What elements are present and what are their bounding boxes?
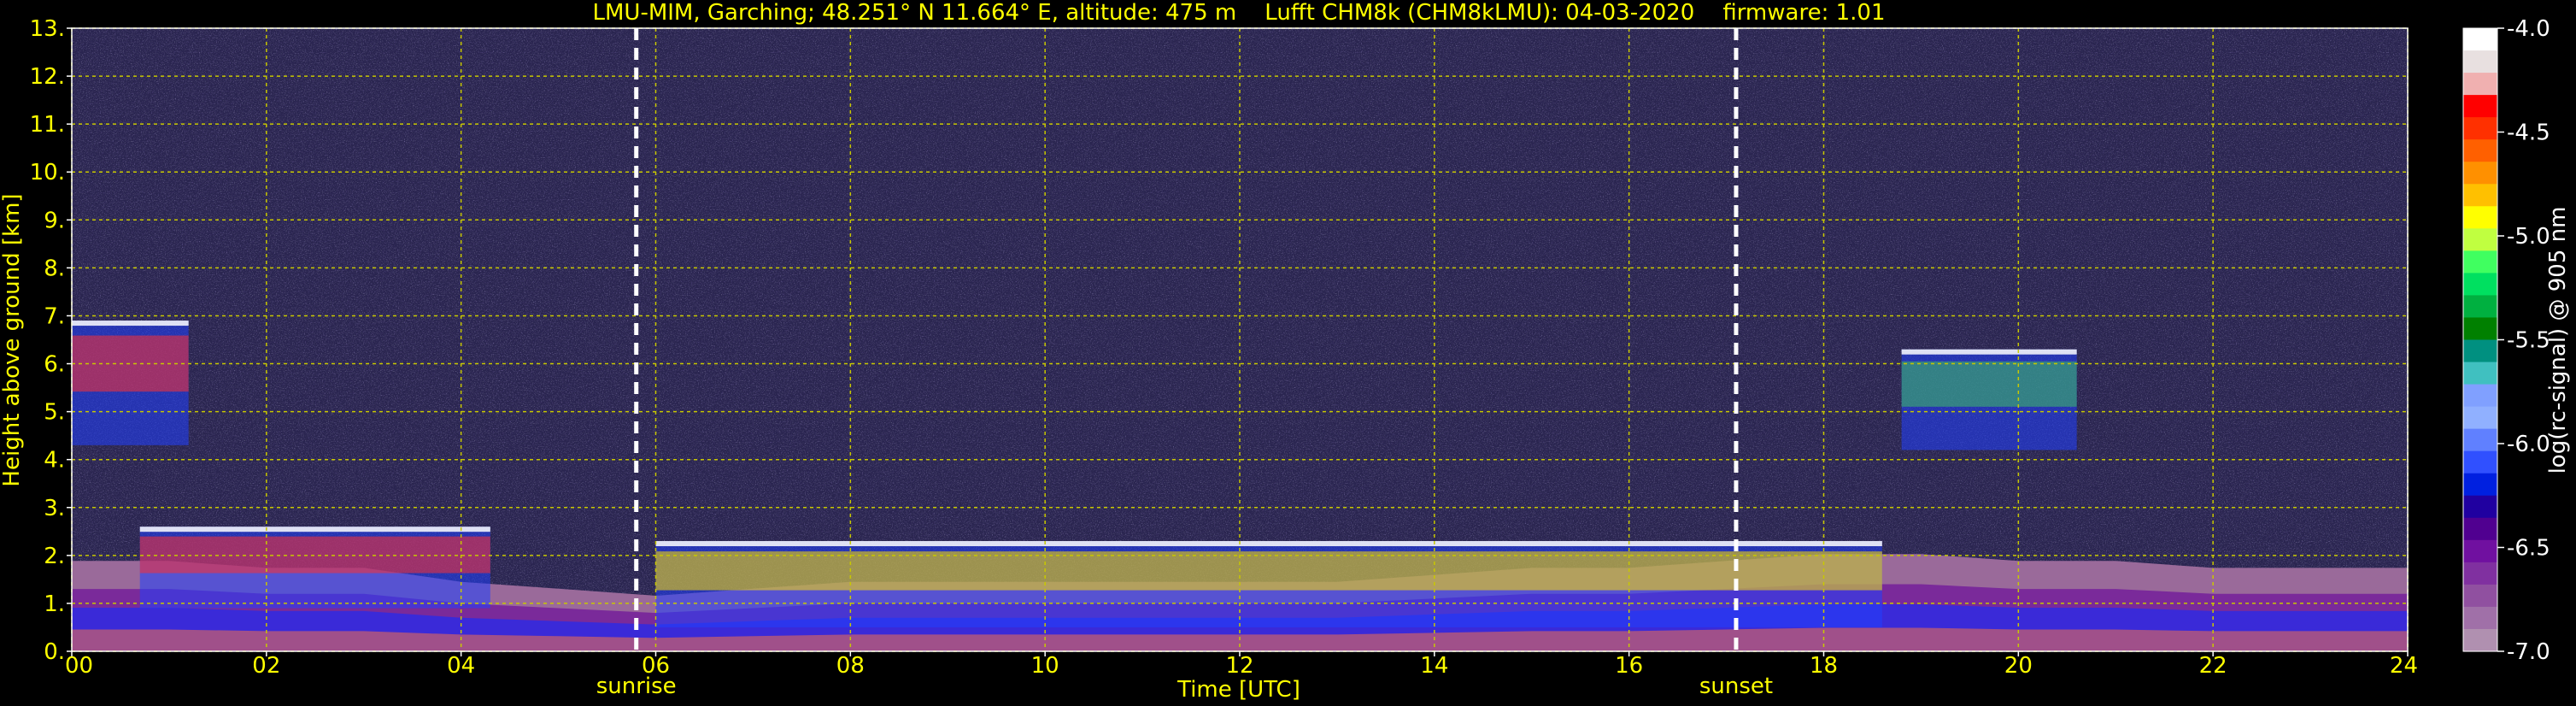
x-tick-label: 16 — [1615, 653, 1643, 679]
colorbar-swatches — [2463, 28, 2497, 652]
x-axis-label: Time [UTC] — [1177, 677, 1300, 703]
cloud-core-stratocumulus-cloud-am — [139, 536, 490, 574]
colorbar-swatch — [2463, 139, 2497, 162]
colorbar-swatch — [2463, 228, 2497, 251]
y-tick-label: 1. — [44, 591, 65, 617]
x-tick-label: 10 — [1031, 653, 1059, 679]
colorbar-swatch — [2463, 273, 2497, 297]
colorbar-swatch — [2463, 73, 2497, 96]
x-tick-label: 12 — [1225, 653, 1253, 679]
sunrise-label: sunrise — [596, 674, 677, 699]
y-tick-label: 10. — [30, 160, 65, 185]
colorbar-swatch — [2463, 406, 2497, 430]
y-tick-label: 9. — [44, 208, 65, 233]
colorbar-swatch — [2463, 162, 2497, 185]
colorbar-tick-label: -5.0 — [2507, 224, 2550, 250]
cloud-top-stratocumulus-cloud-day — [655, 541, 1882, 547]
cloud-core-upper-cloud-morning — [72, 335, 189, 392]
colorbar-swatch — [2463, 539, 2497, 563]
colorbar-swatch — [2463, 628, 2497, 652]
colorbar-ticks: -4.0 -4.5 -5.0 -5.5 -6.0 -6.5 -7.0 — [2497, 16, 2550, 665]
colorbar-swatch — [2463, 206, 2497, 229]
colorbar-swatch — [2463, 362, 2497, 385]
cloud-core-upper-cloud-evening — [1901, 361, 2077, 407]
colorbar-swatch — [2463, 606, 2497, 630]
ceilometer-figure: LMU-MIM, Garching; 48.251° N 11.664° E, … — [0, 0, 2571, 703]
colorbar-tick-label: -7.0 — [2507, 639, 2550, 665]
y-tick-label: 4. — [44, 448, 65, 474]
colorbar-swatch — [2463, 562, 2497, 585]
x-tick-label: 18 — [1810, 653, 1838, 679]
cloud-top-stratocumulus-cloud-am — [139, 527, 490, 532]
colorbar-swatch — [2463, 339, 2497, 363]
colorbar-swatch — [2463, 495, 2497, 519]
colorbar-label: log(rc-signal) @ 905 nm — [2545, 207, 2571, 474]
y-tick-label: 0. — [44, 639, 65, 665]
colorbar-swatch — [2463, 428, 2497, 452]
colorbar-tick-label: -4.5 — [2507, 121, 2550, 146]
cloud-top-upper-cloud-morning — [72, 321, 189, 327]
chart-title: LMU-MIM, Garching; 48.251° N 11.664° E, … — [593, 0, 1886, 26]
y-tick-label: 6. — [44, 352, 65, 378]
colorbar-swatch — [2463, 317, 2497, 341]
y-tick-label: 3. — [44, 496, 65, 521]
y-tick-label: 11. — [30, 112, 65, 138]
y-tick-label: 8. — [44, 256, 65, 281]
x-tick-label: 00 — [65, 653, 93, 679]
x-tick-label: 20 — [2004, 653, 2033, 679]
sunset-label: sunset — [1699, 674, 1773, 699]
x-tick-label: 04 — [447, 653, 475, 679]
plot-area — [71, 27, 2409, 652]
colorbar-tick-label: -6.5 — [2507, 536, 2550, 562]
x-axis-ticks: 00 02 04 06 08 10 12 14 16 18 20 22 24 — [65, 651, 2418, 679]
y-tick-label: 12. — [30, 64, 65, 90]
colorbar-swatch — [2463, 117, 2497, 140]
x-tick-label: 08 — [836, 653, 865, 679]
colorbar-swatch — [2463, 295, 2497, 319]
colorbar-swatch — [2463, 250, 2497, 274]
colorbar-tick-label: -4.0 — [2507, 16, 2550, 42]
y-tick-label: 13. — [30, 16, 65, 42]
colorbar-tick-label: -6.0 — [2507, 432, 2550, 457]
colorbar: -4.0 -4.5 -5.0 -5.5 -6.0 -6.5 -7.0 log(rc-sign… — [2462, 16, 2571, 665]
y-tick-label: 2. — [44, 544, 65, 569]
y-axis-ticks: 0. 1. 2. 3. 4. 5. 6. 7. 8. 9. 10. 11. 12. 13. — [30, 16, 72, 665]
cloud-core-stratocumulus-cloud-day — [655, 551, 1882, 591]
colorbar-swatch — [2463, 584, 2497, 608]
x-tick-label: 22 — [2199, 653, 2227, 679]
colorbar-swatch — [2463, 450, 2497, 474]
colorbar-swatch — [2463, 517, 2497, 541]
x-tick-label: 14 — [1420, 653, 1448, 679]
colorbar-swatch — [2463, 50, 2497, 74]
y-tick-label: 5. — [44, 400, 65, 426]
y-axis-label: Height above ground [km] — [0, 193, 25, 486]
colorbar-swatch — [2463, 184, 2497, 207]
colorbar-swatch — [2463, 28, 2497, 51]
x-tick-label: 02 — [252, 653, 280, 679]
colorbar-swatch — [2463, 384, 2497, 408]
y-tick-label: 7. — [44, 303, 65, 329]
colorbar-swatch — [2463, 473, 2497, 497]
colorbar-tick-label: -5.5 — [2507, 328, 2550, 354]
cloud-top-upper-cloud-evening — [1901, 349, 2077, 355]
colorbar-swatch — [2463, 95, 2497, 118]
x-tick-label: 24 — [2390, 653, 2418, 679]
